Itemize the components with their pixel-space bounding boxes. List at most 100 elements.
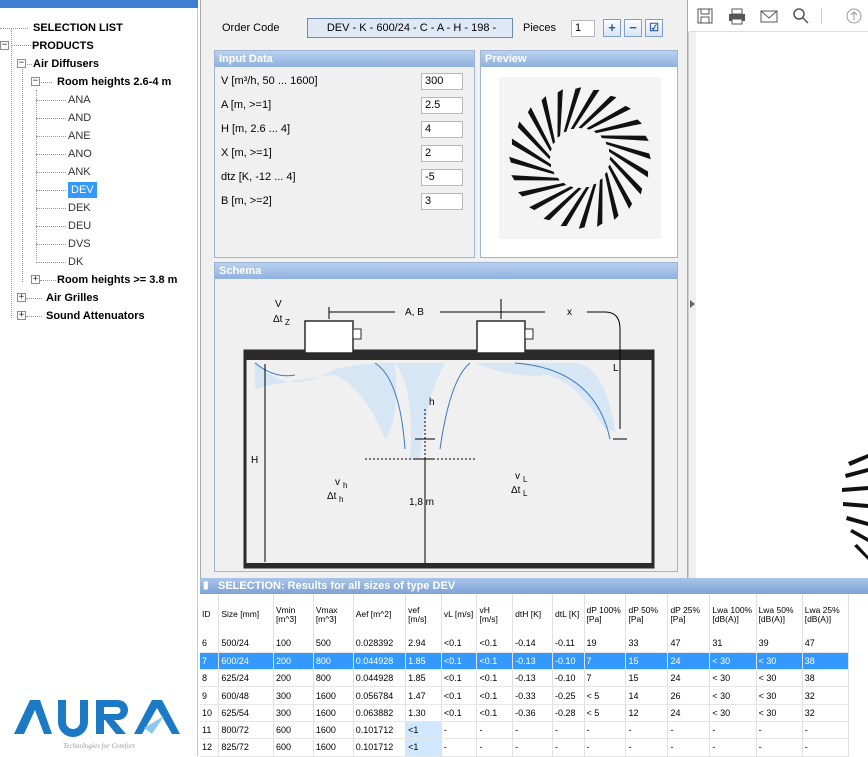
tree-line — [22, 62, 23, 282]
column-header[interactable]: Lwa 25% [dB(A)] — [802, 594, 850, 635]
svg-text:v: v — [515, 471, 520, 482]
tree-item-products[interactable]: PRODUCTS — [32, 38, 94, 54]
column-header[interactable]: vL [m/s] — [441, 594, 478, 635]
remove-piece-button[interactable]: − — [624, 19, 642, 37]
collapse-icon[interactable]: − — [17, 59, 26, 68]
confirm-checkbox-button[interactable]: ☑ — [645, 19, 663, 37]
pin-icon[interactable]: ▮ — [203, 578, 209, 594]
column-header[interactable]: vH [m/s] — [476, 594, 514, 635]
svg-text:h: h — [429, 397, 435, 408]
table-cell: < 5 — [584, 704, 627, 722]
tree-item-selection-list[interactable]: SELECTION LIST — [33, 20, 123, 36]
table-cell: < 30 — [709, 669, 757, 688]
schema-header: Schema — [215, 263, 677, 279]
table-cell: <0.1 — [476, 669, 514, 688]
expand-arrow-icon[interactable] — [690, 300, 696, 308]
tree-item-room-heights-low[interactable]: Room heights 2.6-4 m — [57, 74, 171, 90]
results-header-row: ID Size [mm] Vmin [m^3] Vmax [m^3] Aef [m^2]… — [200, 594, 850, 635]
column-header[interactable]: dP 100% [Pa] — [584, 594, 627, 635]
table-cell: 32 — [802, 686, 850, 705]
table-cell: 300 — [273, 704, 314, 722]
tree-leaf-ane[interactable]: ANE — [68, 128, 91, 144]
input-field[interactable]: 2.5 — [421, 97, 463, 114]
input-field[interactable]: 2 — [421, 145, 463, 162]
column-header[interactable]: dtL [K] — [552, 594, 585, 635]
tree-item-sound-attenuators[interactable]: Sound Attenuators — [46, 308, 145, 324]
input-label: X [m, >=1] — [221, 147, 272, 159]
upload-icon[interactable] — [844, 6, 864, 26]
table-cell: - — [476, 738, 514, 757]
column-header[interactable]: dP 50% [Pa] — [625, 594, 669, 635]
svg-text:Δt: Δt — [327, 491, 337, 502]
mail-icon[interactable] — [759, 6, 779, 26]
splitter[interactable] — [688, 32, 696, 578]
table-cell: < 30 — [709, 686, 757, 705]
tree-leaf-dk[interactable]: DK — [68, 254, 83, 270]
table-row[interactable]: 9 600/48 300 1600 0.056784 1.47 <0.1 <0.1 -0.33-… — [200, 686, 850, 705]
collapse-icon[interactable]: − — [31, 77, 40, 86]
column-header[interactable]: Lwa 50% [dB(A)] — [756, 594, 803, 635]
column-header[interactable]: dP 25% [Pa] — [667, 594, 711, 635]
tree-leaf-and[interactable]: AND — [68, 110, 91, 126]
tree-leaf-ank[interactable]: ANK — [68, 164, 91, 180]
table-row[interactable]: 8 625/24 200 800 0.044928 1.85 <0.1 <0.1 -0.13 -0… — [200, 669, 850, 688]
input-field[interactable]: 300 — [421, 73, 463, 90]
tree-item-air-diffusers[interactable]: Air Diffusers — [33, 56, 99, 72]
table-row[interactable]: 11 800/72 600 1600 0.101712 <1- - - - - - - - - - — [200, 721, 850, 740]
table-row[interactable]: 7 600/24 200 800 0.044928 1.85 <0.1 <0.1 -0.13 -0… — [200, 652, 850, 671]
svg-text:Δt: Δt — [273, 314, 283, 325]
table-cell: - — [441, 721, 478, 740]
add-piece-button[interactable]: + — [603, 19, 621, 37]
save-icon[interactable] — [695, 6, 715, 26]
table-cell: 800 — [313, 669, 354, 688]
column-header[interactable]: Vmin [m^3] — [273, 594, 314, 635]
table-cell: 12 — [625, 704, 669, 722]
product-configurator: Order Code DEV - K - 600/24 - C - A - H … — [200, 0, 688, 578]
table-row[interactable]: 12 825/72 600 1600 0.101712 <1- - - - - - - - - - — [200, 738, 850, 757]
table-cell: 7 — [584, 669, 627, 688]
tree-leaf-deu[interactable]: DEU — [68, 218, 91, 234]
input-field[interactable]: 4 — [421, 121, 463, 138]
tree-leaf-dek[interactable]: DEK — [68, 200, 91, 216]
column-header[interactable]: vef [m/s] — [405, 594, 442, 635]
tree-leaf-ano[interactable]: ANO — [68, 146, 92, 162]
svg-text:v: v — [335, 477, 340, 488]
tree-leaf-dvs[interactable]: DVS — [68, 236, 91, 252]
diffuser-preview-image — [499, 77, 661, 239]
column-header[interactable]: Vmax [m^3] — [313, 594, 354, 635]
table-cell: 825/72 — [218, 738, 274, 757]
table-cell: 7 — [200, 652, 220, 671]
pieces-input[interactable]: 1 — [571, 20, 595, 37]
column-header[interactable]: Aef [m^2] — [353, 594, 407, 635]
print-icon[interactable] — [727, 6, 747, 26]
collapse-icon[interactable]: − — [0, 41, 9, 50]
column-header[interactable]: Lwa 100% [dB(A)] — [709, 594, 757, 635]
column-header[interactable]: Size [mm] — [218, 594, 274, 635]
tree-line — [36, 172, 66, 173]
tree-leaf-dev[interactable]: DEV — [68, 182, 97, 198]
tree-leaf-ana[interactable]: ANA — [68, 92, 91, 108]
table-row[interactable]: 10 625/54 300 1600 0.063882 1.30 <0.1 <0.1 -0.36… — [200, 704, 850, 722]
input-data-panel: Input Data V [m³/h, 50 ... 1600] 300 A [m,… — [214, 50, 475, 258]
expand-icon[interactable]: + — [17, 311, 26, 320]
tree-item-room-heights-high[interactable]: Room heights >= 3.8 m — [57, 272, 177, 288]
tree-item-air-grilles[interactable]: Air Grilles — [46, 290, 99, 306]
column-header[interactable]: dtH [K] — [512, 594, 554, 635]
table-cell: 0.063882 — [353, 704, 407, 722]
input-field[interactable]: 3 — [421, 193, 463, 210]
table-cell: 625/24 — [218, 669, 274, 688]
expand-icon[interactable]: + — [17, 293, 26, 302]
expand-icon[interactable]: + — [31, 275, 40, 284]
search-icon[interactable] — [791, 6, 811, 26]
input-field[interactable]: -5 — [421, 169, 463, 186]
table-cell: < 5 — [584, 686, 627, 705]
table-row[interactable]: 6 500/24 100 500 0.028392 2.94 <0.1 <0.1 -0.14 -0… — [200, 635, 850, 653]
order-code-field[interactable]: DEV - K - 600/24 - C - A - H - 198 - — [307, 18, 513, 38]
diffuser-blade — [578, 183, 597, 229]
table-cell: -0.10 — [552, 652, 585, 671]
table-cell: <1 — [405, 721, 442, 740]
svg-text:L: L — [523, 475, 528, 484]
column-header[interactable]: ID — [200, 594, 220, 635]
tree-line — [36, 208, 66, 209]
table-cell: 14 — [625, 686, 669, 705]
